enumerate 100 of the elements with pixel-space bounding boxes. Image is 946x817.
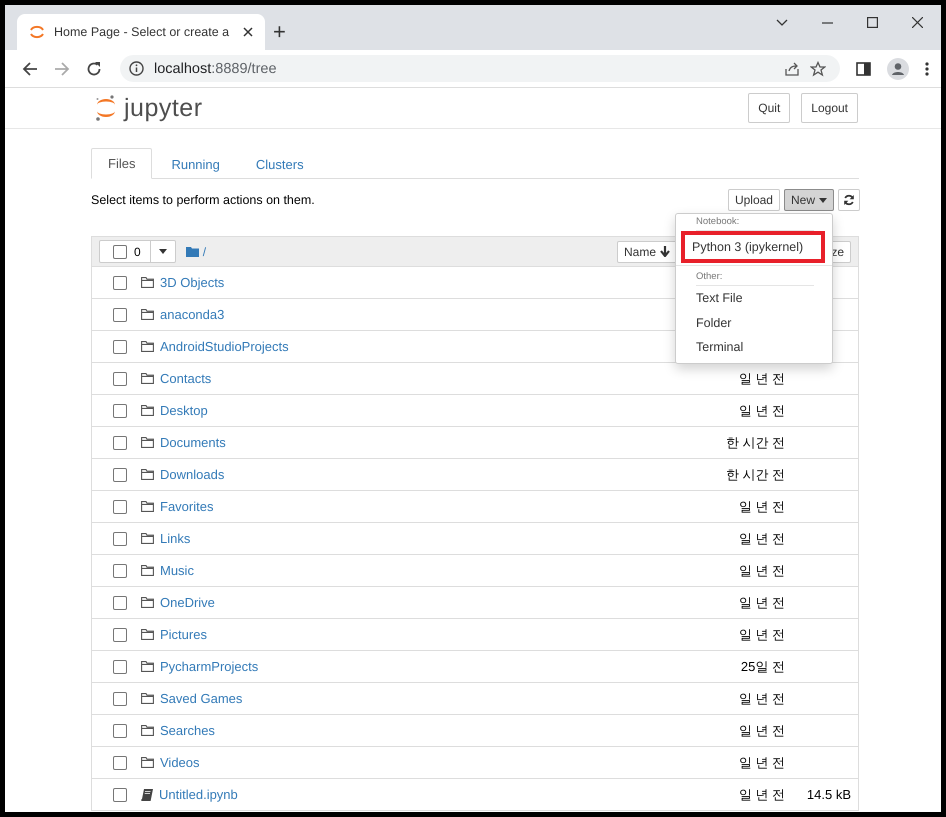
tab[interactable]: Clusters	[238, 149, 321, 179]
menu-icon[interactable]	[925, 62, 929, 76]
folder-icon	[141, 501, 154, 512]
file-link[interactable]: Untitled.ipynb	[159, 787, 238, 802]
modified-time: 한 시간 전	[724, 434, 785, 452]
file-link[interactable]: Searches	[160, 723, 215, 738]
file-link[interactable]: 3D Objects	[160, 275, 224, 290]
checkbox[interactable]	[113, 564, 127, 578]
logo-text[interactable]: jupyter	[124, 94, 203, 122]
file-link[interactable]: anaconda3	[160, 307, 224, 322]
checkbox[interactable]	[113, 340, 127, 354]
tab-title: Home Page - Select or create a	[54, 25, 230, 39]
file-link[interactable]: Downloads	[160, 467, 224, 482]
file-link[interactable]: Pictures	[160, 627, 207, 642]
checkbox[interactable]	[113, 724, 127, 738]
checkbox[interactable]	[113, 244, 127, 258]
checkbox[interactable]	[113, 788, 127, 802]
checkbox[interactable]	[113, 628, 127, 642]
side-panel-icon[interactable]	[856, 62, 871, 76]
select-all-dropdown[interactable]: 0	[99, 240, 176, 263]
close-icon[interactable]	[243, 27, 253, 37]
menu-heading: Notebook:	[695, 216, 740, 228]
modified-time: 일 년 전	[738, 594, 785, 612]
folder-icon[interactable]	[186, 246, 199, 257]
info-icon[interactable]	[129, 61, 144, 76]
browser-tab[interactable]: Home Page - Select or create a	[17, 14, 265, 50]
sort-name-button[interactable]: Name	[616, 240, 677, 262]
address-bar[interactable]: localhost:8889/tree	[120, 55, 840, 82]
folder-icon	[141, 309, 154, 320]
file-link[interactable]: Links	[160, 531, 190, 546]
folder-icon	[141, 597, 154, 608]
modified-time: 한 시간 전	[724, 466, 785, 484]
file-link[interactable]: AndroidStudioProjects	[160, 339, 289, 354]
jupyter-logo-icon	[29, 24, 45, 40]
close-icon[interactable]	[912, 17, 923, 28]
file-link[interactable]: Saved Games	[160, 691, 242, 706]
share-icon[interactable]	[784, 60, 800, 76]
tab[interactable]: Files	[91, 148, 152, 179]
refresh-button[interactable]	[838, 189, 860, 211]
back-arrow-icon[interactable]	[22, 60, 38, 76]
checkbox[interactable]	[113, 596, 127, 610]
modified-time: 일 년 전	[738, 562, 785, 580]
file-link[interactable]: Videos	[160, 755, 200, 770]
logout-button[interactable]: Logout	[801, 93, 858, 123]
hint-text: Select items to perform actions on them.	[91, 193, 315, 207]
file-link[interactable]: PycharmProjects	[160, 659, 258, 674]
folder-icon	[141, 661, 154, 672]
modified-time: 일 년 전	[738, 402, 785, 420]
chevron-down-icon[interactable]	[776, 18, 788, 26]
star-icon[interactable]	[810, 60, 826, 76]
checkbox[interactable]	[113, 308, 127, 322]
quit-button[interactable]: Quit	[748, 93, 790, 123]
menu-item[interactable]: Terminal	[676, 335, 832, 360]
book-icon	[141, 788, 153, 800]
file-link[interactable]: Desktop	[160, 403, 208, 418]
modified-time: 일 년 전	[738, 530, 785, 548]
folder-icon	[141, 341, 154, 352]
caret-icon	[158, 249, 167, 254]
file-link[interactable]: Documents	[160, 435, 226, 450]
checkbox[interactable]	[113, 532, 127, 546]
checkbox[interactable]	[113, 276, 127, 290]
checkbox[interactable]	[113, 404, 127, 418]
menu-item[interactable]: Text File	[676, 286, 832, 310]
breadcrumb-path[interactable]: /	[202, 244, 206, 258]
folder-icon	[141, 565, 154, 576]
arrow-down-icon	[660, 246, 670, 257]
folder-icon	[141, 693, 154, 704]
folder-icon	[141, 277, 154, 288]
file-link[interactable]: OneDrive	[160, 595, 215, 610]
menu-item[interactable]: Folder	[676, 310, 832, 335]
file-link[interactable]: Favorites	[160, 499, 214, 514]
checkbox[interactable]	[113, 500, 127, 514]
new-tab-button[interactable]: +	[273, 20, 286, 44]
modified-time: 일 년 전	[738, 498, 785, 516]
menu-item[interactable]: Python 3 (ipykernel)	[681, 231, 825, 263]
file-link[interactable]: Music	[160, 563, 194, 578]
upload-button[interactable]: Upload	[728, 189, 780, 211]
profile-avatar-icon[interactable]	[887, 58, 909, 80]
folder-icon	[141, 629, 154, 640]
checkbox[interactable]	[113, 692, 127, 706]
checkbox[interactable]	[113, 468, 127, 482]
tab[interactable]: Running	[154, 149, 237, 179]
modified-time: 일 년 전	[738, 370, 785, 388]
file-size: 14.5 kB	[806, 787, 852, 802]
maximize-icon[interactable]	[867, 17, 878, 28]
checkbox[interactable]	[113, 756, 127, 770]
folder-icon	[141, 533, 154, 544]
caret-icon	[819, 198, 827, 202]
jupyter-logo-icon	[95, 94, 117, 122]
checkbox[interactable]	[113, 436, 127, 450]
modified-time: 일 년 전	[738, 626, 785, 644]
new-button[interactable]: New	[784, 189, 834, 211]
menu-heading: Other:	[695, 271, 724, 283]
file-link[interactable]: Contacts	[160, 371, 212, 386]
folder-icon	[141, 725, 154, 736]
checkbox[interactable]	[113, 660, 127, 674]
reload-icon[interactable]	[86, 60, 102, 76]
checkbox[interactable]	[113, 372, 127, 386]
minimize-icon[interactable]	[822, 22, 833, 24]
folder-icon	[141, 469, 154, 480]
